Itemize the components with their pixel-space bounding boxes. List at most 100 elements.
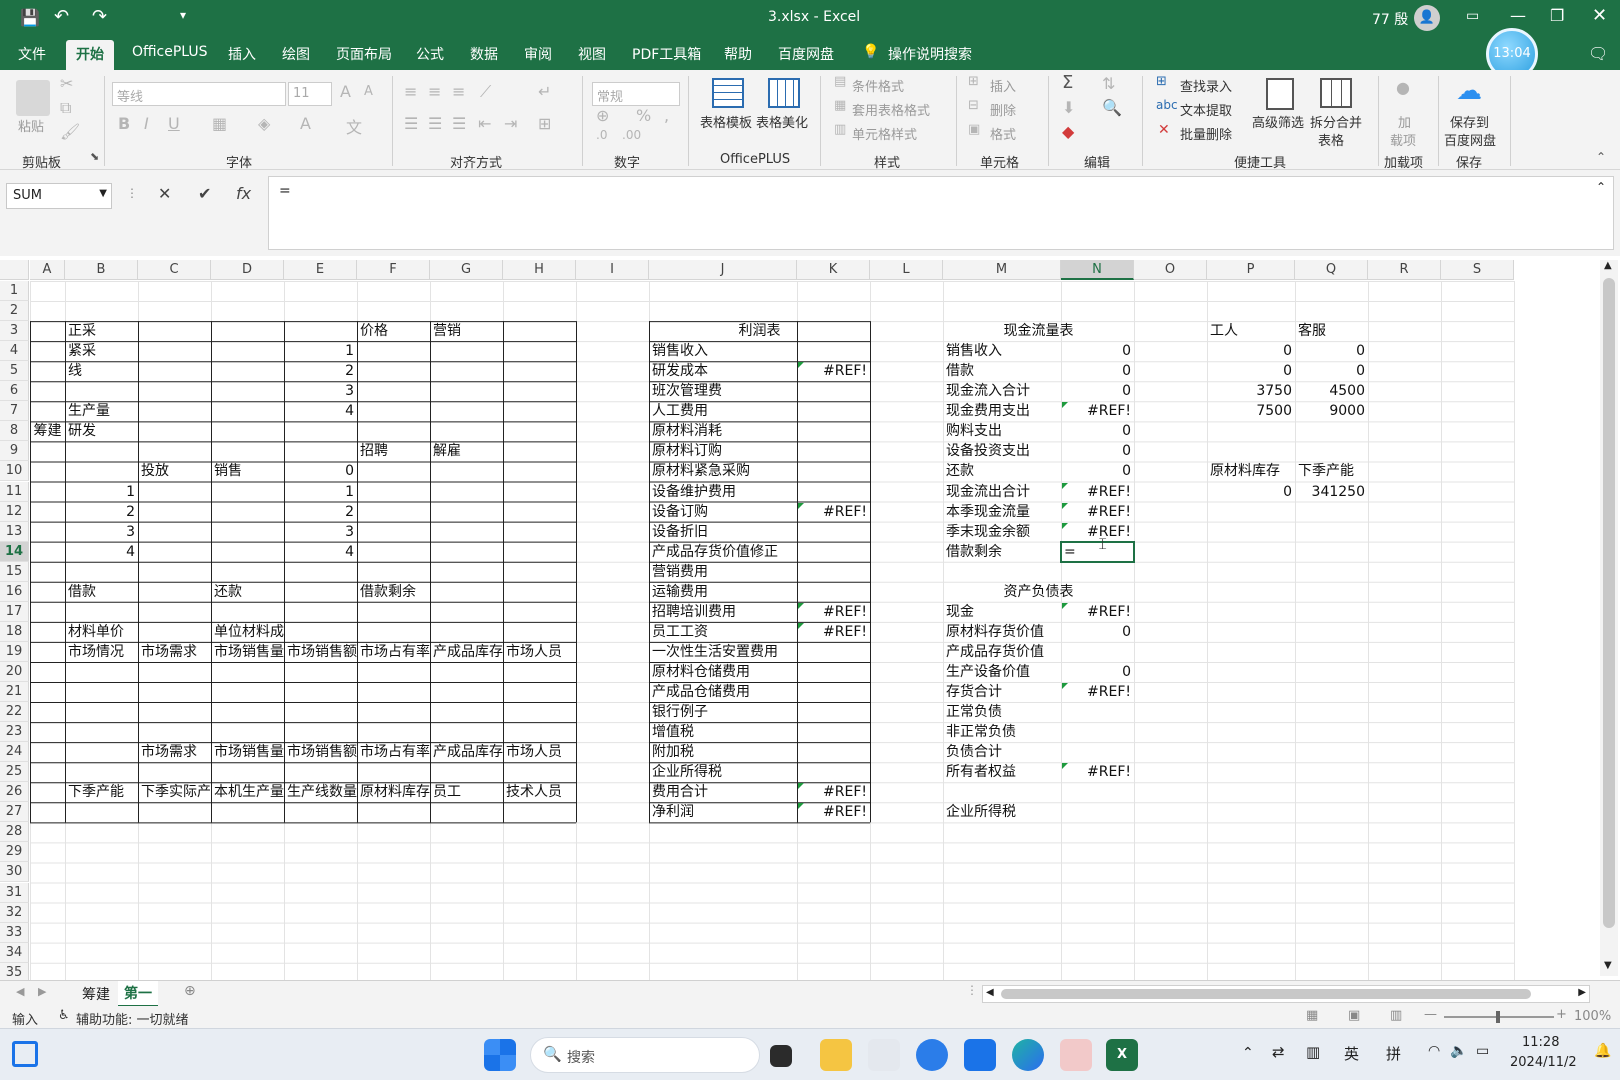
clock-time[interactable]: 11:28: [1522, 1035, 1559, 1050]
scroll-thumb[interactable]: [1603, 278, 1615, 928]
wrap-text-icon[interactable]: ↵: [538, 82, 551, 101]
row-header-22[interactable]: 22: [0, 702, 29, 723]
cell-J14[interactable]: 产成品存货价值修正: [649, 542, 797, 562]
advanced-filter-icon[interactable]: [1266, 78, 1294, 110]
accounting-icon[interactable]: ⊕: [596, 106, 609, 125]
tab-officeplus[interactable]: OfficePLUS: [132, 44, 208, 60]
row-header-33[interactable]: 33: [0, 922, 29, 943]
cell-J8[interactable]: 原材料消耗: [649, 421, 797, 441]
table-template-icon[interactable]: [712, 78, 744, 108]
cell-N25[interactable]: #REF!: [1061, 762, 1134, 782]
cell-B16[interactable]: 借款: [65, 582, 138, 602]
row-header-1[interactable]: 1: [0, 281, 29, 301]
chart-tray-icon[interactable]: ▥: [1306, 1043, 1320, 1061]
cell-J13[interactable]: 设备折旧: [649, 522, 797, 542]
column-header-J[interactable]: J: [649, 260, 797, 280]
column-header-E[interactable]: E: [284, 260, 357, 280]
row-header-20[interactable]: 20: [0, 661, 29, 682]
row-header-14[interactable]: 14: [0, 541, 29, 562]
cell-E5[interactable]: 2: [284, 361, 357, 381]
cell-B18[interactable]: 材料单价: [65, 622, 138, 642]
input-language-en[interactable]: 英: [1344, 1043, 1359, 1064]
batch-delete-button[interactable]: 批量删除: [1180, 124, 1232, 143]
cell-B3[interactable]: 正采: [65, 321, 138, 341]
cell-C10[interactable]: 投放: [138, 461, 211, 481]
cell-J12[interactable]: 设备订购: [649, 502, 797, 522]
cell-K5[interactable]: #REF!: [797, 361, 870, 381]
cell-M24[interactable]: 负债合计: [943, 742, 1061, 762]
column-header-D[interactable]: D: [211, 260, 284, 280]
cell-J6[interactable]: 班次管理费: [649, 381, 797, 401]
network-icon[interactable]: ⇄: [1272, 1043, 1285, 1061]
wifi-icon[interactable]: ◠: [1428, 1043, 1440, 1059]
worksheet-grid[interactable]: ABCDEFGHIJKLMNOPQRS 1 2 3 4 5 6 7 8 9 10 11 12 13 14 1…: [0, 256, 1620, 983]
cell-G24[interactable]: 产成品库存: [430, 742, 503, 762]
cell-N7[interactable]: #REF!: [1061, 401, 1134, 421]
select-all-corner[interactable]: [0, 260, 29, 280]
cell-N20[interactable]: 0: [1061, 662, 1134, 682]
cell-M27[interactable]: 企业所得税: [943, 802, 1061, 822]
cell-M22[interactable]: 正常负债: [943, 702, 1061, 722]
cell-D19[interactable]: 市场销售量: [211, 642, 284, 662]
prev-sheet-icon[interactable]: ◀: [16, 985, 24, 998]
cell-G26[interactable]: 员工: [430, 782, 503, 802]
formula-input[interactable]: =: [268, 176, 1614, 250]
windows-start-icon[interactable]: [484, 1039, 516, 1071]
zoom-slider[interactable]: [1444, 1011, 1554, 1023]
cell-E4[interactable]: 1: [284, 341, 357, 361]
edge-icon[interactable]: [1012, 1039, 1044, 1071]
undo-icon[interactable]: ↶: [54, 6, 69, 27]
cell-E7[interactable]: 4: [284, 401, 357, 421]
avatar[interactable]: 👤: [1414, 5, 1440, 31]
number-format-select[interactable]: 常规: [592, 82, 680, 106]
split-merge-icon[interactable]: [1320, 78, 1352, 108]
zoom-thumb[interactable]: [1496, 1011, 1500, 1023]
phonetic-icon[interactable]: 文: [346, 114, 362, 138]
cell-M3[interactable]: 现金流量表: [943, 321, 1134, 341]
cell-B11[interactable]: 1: [65, 482, 138, 502]
cell-H26[interactable]: 技术人员: [503, 782, 576, 802]
find-entry-button[interactable]: 查找录入: [1180, 76, 1232, 95]
row-header-7[interactable]: 7: [0, 401, 29, 422]
cell-J19[interactable]: 一次性生活安置费用: [649, 642, 797, 662]
align-center-icon[interactable]: ☰: [428, 114, 442, 133]
page-break-view-icon[interactable]: ▥: [1390, 1008, 1402, 1023]
column-header-O[interactable]: O: [1134, 260, 1207, 280]
align-middle-icon[interactable]: ≡: [428, 82, 441, 101]
tell-me-search[interactable]: 操作说明搜索: [888, 44, 972, 64]
cell-M7[interactable]: 现金费用支出: [943, 401, 1061, 421]
table-beautify-icon[interactable]: [768, 78, 800, 108]
cell-P11[interactable]: 0: [1207, 482, 1295, 502]
battery-icon[interactable]: ▭: [1476, 1043, 1489, 1059]
row-header-18[interactable]: 18: [0, 621, 29, 642]
redo-icon[interactable]: ↷: [92, 6, 107, 27]
tab-split-handle[interactable]: ⋮: [966, 983, 978, 997]
cell-M6[interactable]: 现金流入合计: [943, 381, 1061, 401]
cell-P7[interactable]: 7500: [1207, 401, 1295, 421]
collapse-ribbon-icon[interactable]: ⌃: [1596, 150, 1606, 164]
row-header-8[interactable]: 8: [0, 421, 29, 442]
row-header-12[interactable]: 12: [0, 501, 29, 522]
row-header-9[interactable]: 9: [0, 441, 29, 462]
cell-E6[interactable]: 3: [284, 381, 357, 401]
cell-D10[interactable]: 销售: [211, 461, 284, 481]
cell-C24[interactable]: 市场需求: [138, 742, 211, 762]
volume-icon[interactable]: 🔈: [1450, 1043, 1467, 1059]
file-explorer-icon[interactable]: [820, 1039, 852, 1071]
cut-icon[interactable]: ✂: [60, 74, 73, 93]
insert-cells-button[interactable]: 插入: [990, 76, 1016, 95]
notification-bell-icon[interactable]: 🔔: [1594, 1043, 1611, 1059]
cell-K17[interactable]: #REF!: [797, 602, 870, 622]
cell-J20[interactable]: 原材料仓储费用: [649, 662, 797, 682]
row-header-30[interactable]: 30: [0, 862, 29, 883]
tab-formulas[interactable]: 公式: [416, 44, 444, 64]
font-name-select[interactable]: 等线: [112, 82, 286, 106]
column-header-G[interactable]: G: [430, 260, 503, 280]
cell-N21[interactable]: #REF!: [1061, 682, 1134, 702]
cell-Q10[interactable]: 下季产能: [1295, 461, 1368, 481]
cell-J15[interactable]: 营销费用: [649, 562, 797, 582]
next-sheet-icon[interactable]: ▶: [38, 985, 46, 998]
scroll-right-icon[interactable]: ▶: [1578, 987, 1586, 998]
cell-N17[interactable]: #REF!: [1061, 602, 1134, 622]
column-header-B[interactable]: B: [65, 260, 138, 280]
